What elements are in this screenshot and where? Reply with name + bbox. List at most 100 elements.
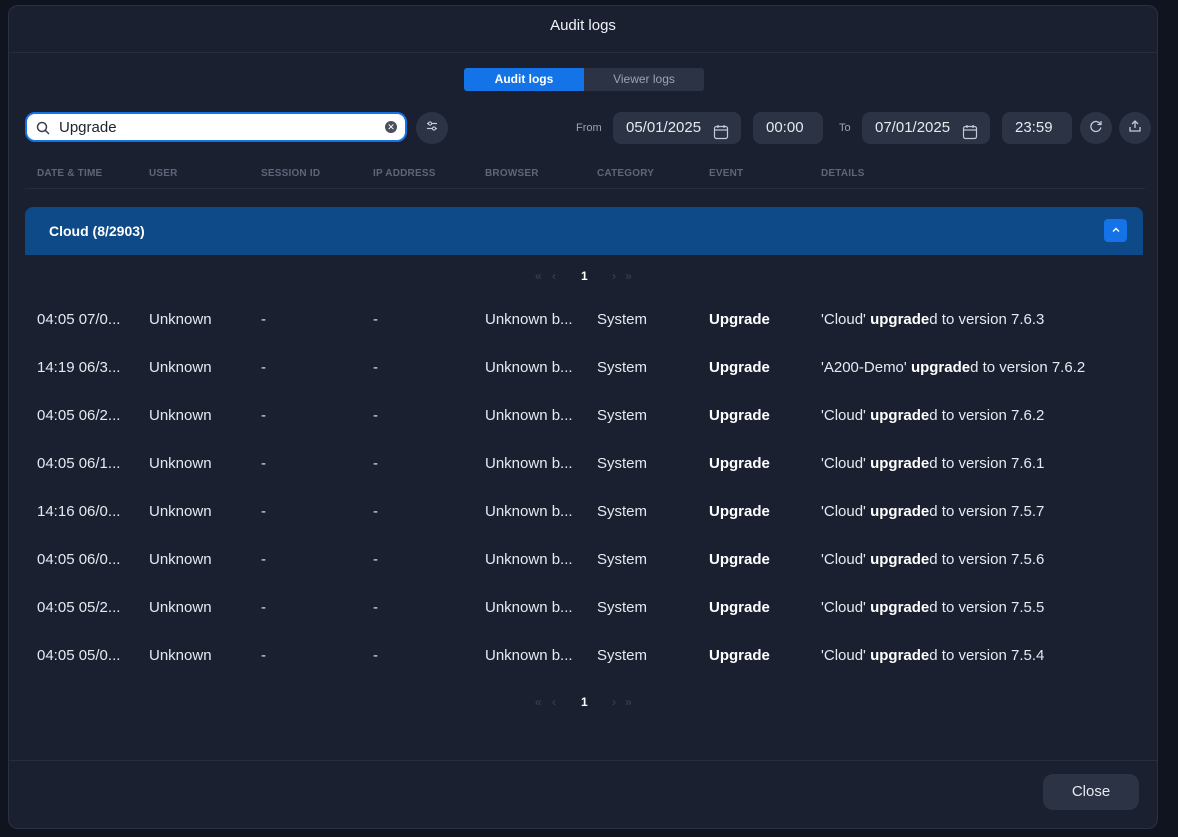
search-icon [36, 121, 50, 140]
cell-event: Upgrade [709, 503, 770, 520]
column-header-ip-address[interactable]: IP ADDRESS [373, 168, 436, 179]
details-text: 'A200-Demo' [821, 359, 911, 376]
column-header-date-time[interactable]: DATE & TIME [37, 168, 102, 179]
pagination-top: « ‹ 1 › » [9, 269, 1157, 285]
table-row[interactable]: 14:16 06/0... Unknown - - Unknown b... System… [25, 489, 1145, 537]
details-highlight: upgrade [870, 551, 930, 568]
details-text: 'Cloud' [821, 455, 871, 472]
cell-details: 'A200-Demo' upgraded to version 7.6.2 [821, 359, 1085, 376]
next-page-button[interactable]: › [612, 695, 616, 709]
cell-user: Unknown [149, 503, 212, 520]
column-header-category[interactable]: CATEGORY [597, 168, 654, 179]
from-date-field[interactable]: 05/01/2025 [613, 112, 741, 144]
calendar-icon [713, 120, 729, 152]
column-header-browser[interactable]: BROWSER [485, 168, 539, 179]
page-number[interactable]: 1 [581, 269, 588, 283]
upload-icon [1128, 119, 1142, 138]
column-header-details[interactable]: DETAILS [821, 168, 864, 179]
details-text: 'Cloud' [821, 503, 871, 520]
last-page-button[interactable]: » [625, 269, 632, 283]
refresh-button[interactable] [1080, 112, 1112, 144]
page-number[interactable]: 1 [581, 695, 588, 709]
calendar-icon [962, 120, 978, 152]
cell-date-time: 04:05 05/2... [37, 599, 121, 616]
table-row[interactable]: 04:05 05/0... Unknown - - Unknown b... System… [25, 633, 1145, 681]
export-button[interactable] [1119, 112, 1151, 144]
cell-browser: Unknown b... [485, 455, 573, 472]
collapse-group-button[interactable] [1104, 219, 1127, 242]
cell-category: System [597, 647, 648, 664]
tab-audit-logs[interactable]: Audit logs [464, 68, 584, 91]
cell-category: System [597, 359, 648, 376]
table-header: DATE & TIME USER SESSION ID IP ADDRESS B… [25, 166, 1145, 189]
cell-ip-address: - [373, 599, 378, 616]
details-text: d to version 7.6.2 [970, 359, 1086, 376]
cell-date-time: 04:05 06/1... [37, 455, 121, 472]
tab-viewer-logs[interactable]: Viewer logs [584, 68, 704, 91]
table-row[interactable]: 14:19 06/3... Unknown - - Unknown b... System… [25, 345, 1145, 393]
cell-date-time: 14:16 06/0... [37, 503, 121, 520]
cell-ip-address: - [373, 311, 378, 328]
column-header-event[interactable]: EVENT [709, 168, 743, 179]
cell-user: Unknown [149, 551, 212, 568]
table-row[interactable]: 04:05 07/0... Unknown - - Unknown b... System… [25, 297, 1145, 345]
cell-session-id: - [261, 551, 266, 568]
cell-event: Upgrade [709, 599, 770, 616]
cell-session-id: - [261, 503, 266, 520]
cell-browser: Unknown b... [485, 599, 573, 616]
cell-ip-address: - [373, 503, 378, 520]
cell-details: 'Cloud' upgraded to version 7.6.3 [821, 311, 1044, 328]
next-page-button[interactable]: › [612, 269, 616, 283]
table-row[interactable]: 04:05 05/2... Unknown - - Unknown b... System… [25, 585, 1145, 633]
column-header-session-id[interactable]: SESSION ID [261, 168, 320, 179]
column-header-user[interactable]: USER [149, 168, 178, 179]
details-text: 'Cloud' [821, 407, 871, 424]
to-time-field[interactable]: 23:59 [1002, 112, 1072, 144]
details-text: d to version 7.5.5 [929, 599, 1045, 616]
to-date-field[interactable]: 07/01/2025 [862, 112, 990, 144]
search-input[interactable] [59, 117, 369, 137]
table-row[interactable]: 04:05 06/2... Unknown - - Unknown b... System… [25, 393, 1145, 441]
first-page-button[interactable]: « [535, 269, 542, 283]
cell-date-time: 14:19 06/3... [37, 359, 121, 376]
cell-event: Upgrade [709, 407, 770, 424]
cell-browser: Unknown b... [485, 359, 573, 376]
cell-date-time: 04:05 07/0... [37, 311, 121, 328]
cell-category: System [597, 503, 648, 520]
filter-settings-button[interactable] [416, 112, 448, 144]
details-text: d to version 7.5.7 [929, 503, 1045, 520]
table-row[interactable]: 04:05 06/1... Unknown - - Unknown b... System… [25, 441, 1145, 489]
cell-browser: Unknown b... [485, 407, 573, 424]
details-text: d to version 7.5.4 [929, 647, 1045, 664]
close-button[interactable]: Close [1043, 774, 1139, 810]
cell-session-id: - [261, 455, 266, 472]
audit-logs-modal: Audit logs Audit logs Viewer logs ✕ From… [8, 5, 1158, 829]
from-time-field[interactable]: 00:00 [753, 112, 823, 144]
first-page-button[interactable]: « [535, 695, 542, 709]
group-header-cloud[interactable]: Cloud (8/2903) [25, 207, 1143, 255]
cell-session-id: - [261, 407, 266, 424]
cell-details: 'Cloud' upgraded to version 7.6.2 [821, 407, 1044, 424]
prev-page-button[interactable]: ‹ [552, 269, 556, 283]
prev-page-button[interactable]: ‹ [552, 695, 556, 709]
to-label: To [839, 122, 851, 134]
details-text: 'Cloud' [821, 311, 871, 328]
last-page-button[interactable]: » [625, 695, 632, 709]
cell-event: Upgrade [709, 647, 770, 664]
clear-search-icon[interactable]: ✕ [385, 121, 397, 133]
cell-session-id: - [261, 647, 266, 664]
cell-ip-address: - [373, 407, 378, 424]
modal-title: Audit logs [9, 6, 1157, 53]
cell-category: System [597, 407, 648, 424]
details-text: 'Cloud' [821, 551, 871, 568]
cell-ip-address: - [373, 647, 378, 664]
details-text: d to version 7.5.6 [929, 551, 1045, 568]
details-highlight: upgrade [870, 599, 930, 616]
from-time-value: 00:00 [766, 119, 804, 136]
cell-details: 'Cloud' upgraded to version 7.5.6 [821, 551, 1044, 568]
cell-browser: Unknown b... [485, 311, 573, 328]
table-row[interactable]: 04:05 06/0... Unknown - - Unknown b... System… [25, 537, 1145, 585]
details-highlight: upgrade [870, 647, 930, 664]
to-time-value: 23:59 [1015, 119, 1053, 136]
cell-category: System [597, 455, 648, 472]
